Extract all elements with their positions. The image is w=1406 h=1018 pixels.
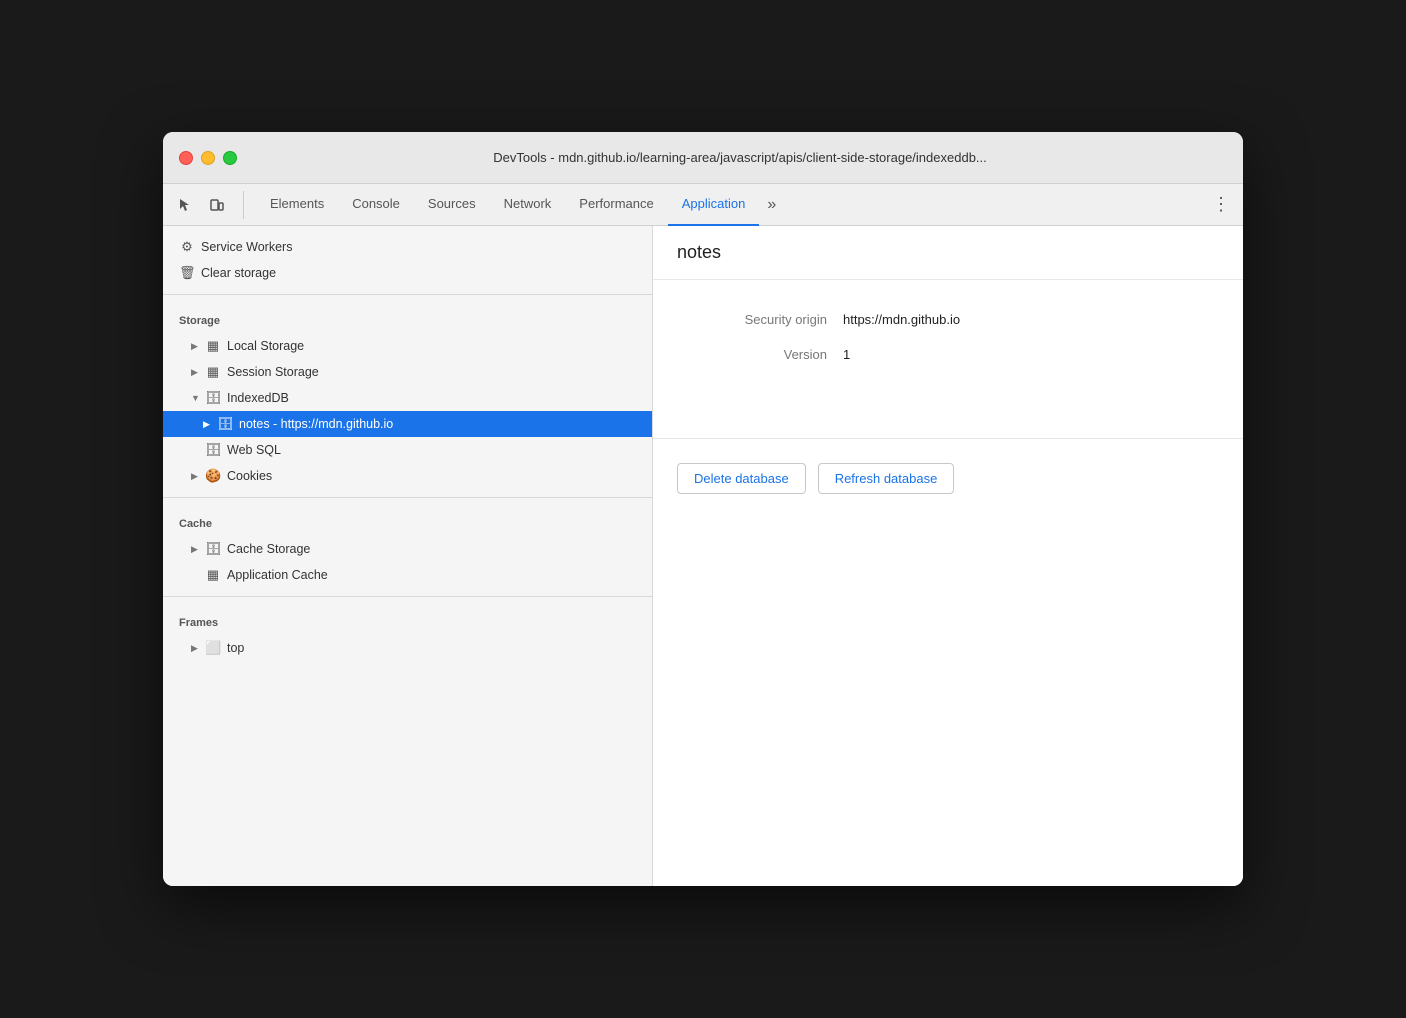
- traffic-lights: [179, 151, 237, 165]
- divider-2: [163, 497, 652, 498]
- panel-title: notes: [653, 226, 1243, 280]
- devtools-menu-button[interactable]: ⋮: [1207, 191, 1235, 219]
- tab-network[interactable]: Network: [490, 184, 566, 226]
- version-label: Version: [677, 347, 827, 362]
- chevron-down-icon: ▼: [191, 393, 201, 403]
- toolbar: Elements Console Sources Network Perform…: [163, 184, 1243, 226]
- database-icon: 🗄: [217, 416, 233, 432]
- indexeddb-icon: 🗄: [205, 390, 221, 406]
- action-buttons: Delete database Refresh database: [653, 463, 1243, 494]
- version-row: Version 1: [677, 347, 1219, 362]
- panel: notes Security origin https://mdn.github…: [653, 226, 1243, 886]
- chevron-right-icon: ▶: [191, 367, 201, 378]
- more-tabs-button[interactable]: »: [759, 184, 784, 226]
- window-title: DevTools - mdn.github.io/learning-area/j…: [253, 150, 1227, 165]
- panel-divider: [653, 438, 1243, 439]
- close-button[interactable]: [179, 151, 193, 165]
- divider-1: [163, 294, 652, 295]
- cache-storage-icon: 🗄: [205, 541, 221, 557]
- chevron-right-icon: ▶: [191, 471, 201, 482]
- sidebar-item-notes-db[interactable]: ▶ 🗄 notes - https://mdn.github.io: [163, 411, 652, 437]
- sidebar-item-clear-storage[interactable]: 🗑 Clear storage: [163, 260, 652, 286]
- version-value: 1: [843, 347, 850, 362]
- security-origin-value: https://mdn.github.io: [843, 312, 960, 327]
- divider-3: [163, 596, 652, 597]
- cache-section-label: Cache: [163, 506, 652, 536]
- sidebar-item-cache-storage[interactable]: ▶ 🗄 Cache Storage: [163, 536, 652, 562]
- tab-sources[interactable]: Sources: [414, 184, 490, 226]
- trash-icon: 🗑: [179, 265, 195, 281]
- inspect-element-button[interactable]: [171, 191, 199, 219]
- panel-body: Security origin https://mdn.github.io Ve…: [653, 280, 1243, 414]
- sidebar-item-websql[interactable]: 🗄 Web SQL: [163, 437, 652, 463]
- sidebar-item-top-frame[interactable]: ▶ ⬜ top: [163, 635, 652, 661]
- cookies-icon: 🍪: [205, 468, 221, 484]
- sidebar-item-application-cache[interactable]: ▦ Application Cache: [163, 562, 652, 588]
- security-origin-label: Security origin: [677, 312, 827, 327]
- tab-performance[interactable]: Performance: [565, 184, 667, 226]
- local-storage-icon: ▦: [205, 338, 221, 354]
- device-toolbar-button[interactable]: [203, 191, 231, 219]
- sidebar-item-indexeddb[interactable]: ▼ 🗄 IndexedDB: [163, 385, 652, 411]
- main-content: ⚙ Service Workers 🗑 Clear storage Storag…: [163, 226, 1243, 886]
- sidebar-item-cookies[interactable]: ▶ 🍪 Cookies: [163, 463, 652, 489]
- delete-database-button[interactable]: Delete database: [677, 463, 806, 494]
- chevron-right-icon: ▶: [203, 419, 213, 430]
- tab-elements[interactable]: Elements: [256, 184, 338, 226]
- device-icon: [209, 197, 225, 213]
- minimize-button[interactable]: [201, 151, 215, 165]
- app-cache-icon: ▦: [205, 567, 221, 583]
- title-bar: DevTools - mdn.github.io/learning-area/j…: [163, 132, 1243, 184]
- cursor-icon: [177, 197, 193, 213]
- sidebar: ⚙ Service Workers 🗑 Clear storage Storag…: [163, 226, 653, 886]
- gear-icon: ⚙: [179, 239, 195, 255]
- tab-console[interactable]: Console: [338, 184, 414, 226]
- sidebar-item-service-workers[interactable]: ⚙ Service Workers: [163, 234, 652, 260]
- security-origin-row: Security origin https://mdn.github.io: [677, 312, 1219, 327]
- chevron-right-icon: ▶: [191, 643, 201, 654]
- websql-icon: 🗄: [205, 442, 221, 458]
- devtools-window: DevTools - mdn.github.io/learning-area/j…: [163, 132, 1243, 886]
- refresh-database-button[interactable]: Refresh database: [818, 463, 955, 494]
- chevron-right-icon: ▶: [191, 544, 201, 555]
- maximize-button[interactable]: [223, 151, 237, 165]
- frames-section-label: Frames: [163, 605, 652, 635]
- chevron-right-icon: ▶: [191, 341, 201, 352]
- frame-icon: ⬜: [205, 640, 221, 656]
- sidebar-item-local-storage[interactable]: ▶ ▦ Local Storage: [163, 333, 652, 359]
- tab-bar: Elements Console Sources Network Perform…: [256, 184, 1207, 226]
- sidebar-item-session-storage[interactable]: ▶ ▦ Session Storage: [163, 359, 652, 385]
- storage-section-label: Storage: [163, 303, 652, 333]
- tab-application[interactable]: Application: [668, 184, 760, 226]
- toolbar-icons: [171, 191, 244, 219]
- session-storage-icon: ▦: [205, 364, 221, 380]
